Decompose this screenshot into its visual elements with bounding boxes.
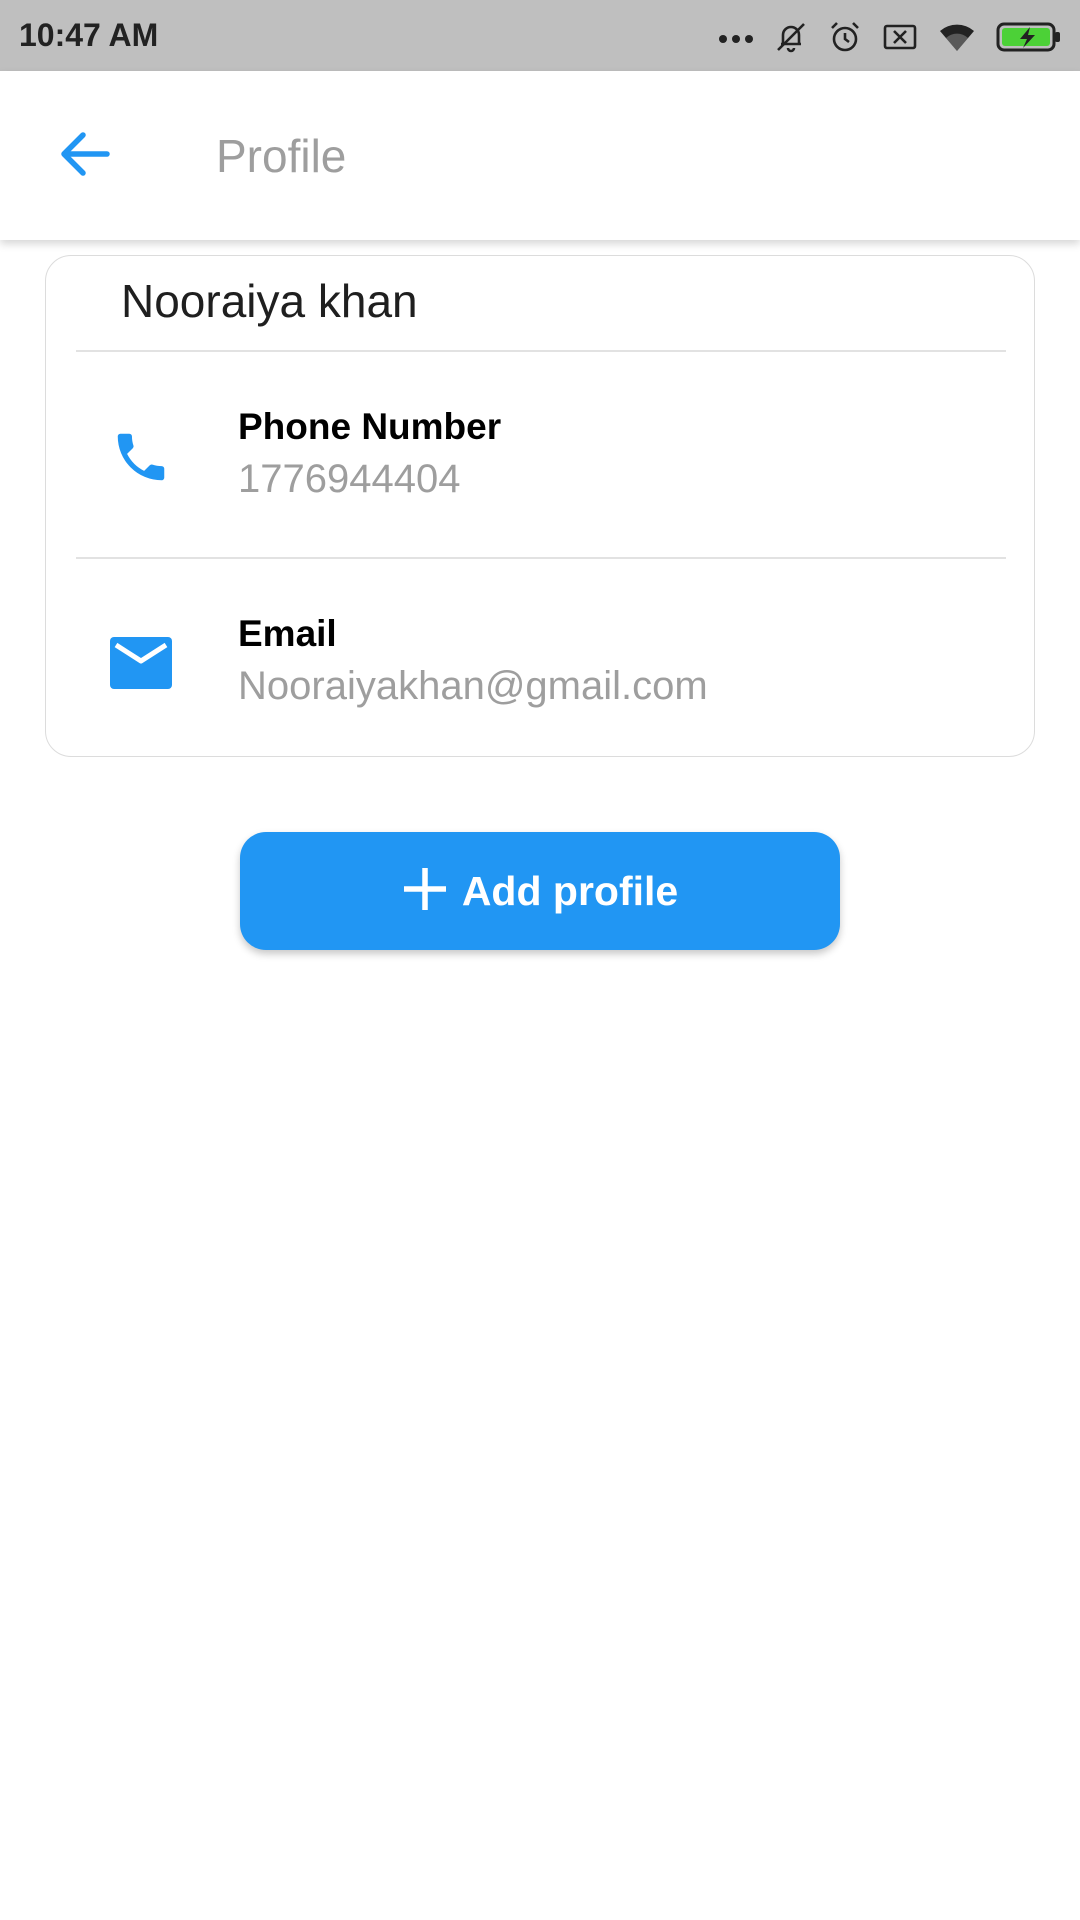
no-sim-icon [882, 22, 918, 52]
status-icons [718, 18, 1062, 56]
status-bar: 10:47 AM [0, 0, 1080, 71]
add-profile-button[interactable]: Add profile [240, 832, 840, 950]
email-value: Nooraiyakhan@gmail.com [238, 664, 708, 708]
page-title: Profile [216, 130, 347, 182]
plus-icon [402, 866, 448, 917]
status-time: 10:47 AM [19, 17, 159, 53]
email-label: Email [238, 613, 337, 654]
profile-card: Nooraiya khan Phone Number 1776944404 Em… [45, 255, 1035, 757]
app-bar: Profile [0, 71, 1080, 240]
add-profile-label: Add profile [461, 867, 679, 914]
back-button[interactable] [50, 121, 120, 191]
divider [76, 350, 1006, 352]
battery-charging-icon [996, 21, 1062, 53]
arrow-back-icon [59, 130, 111, 183]
more-dots-icon [718, 31, 754, 43]
alarm-icon [828, 20, 862, 54]
phone-value: 1776944404 [238, 457, 461, 501]
phone-icon [106, 422, 176, 492]
phone-label: Phone Number [238, 406, 502, 447]
divider [76, 557, 1006, 559]
muted-bell-icon [774, 20, 808, 54]
email-icon [106, 628, 176, 698]
profile-name: Nooraiya khan [121, 275, 418, 327]
wifi-icon [938, 22, 976, 52]
